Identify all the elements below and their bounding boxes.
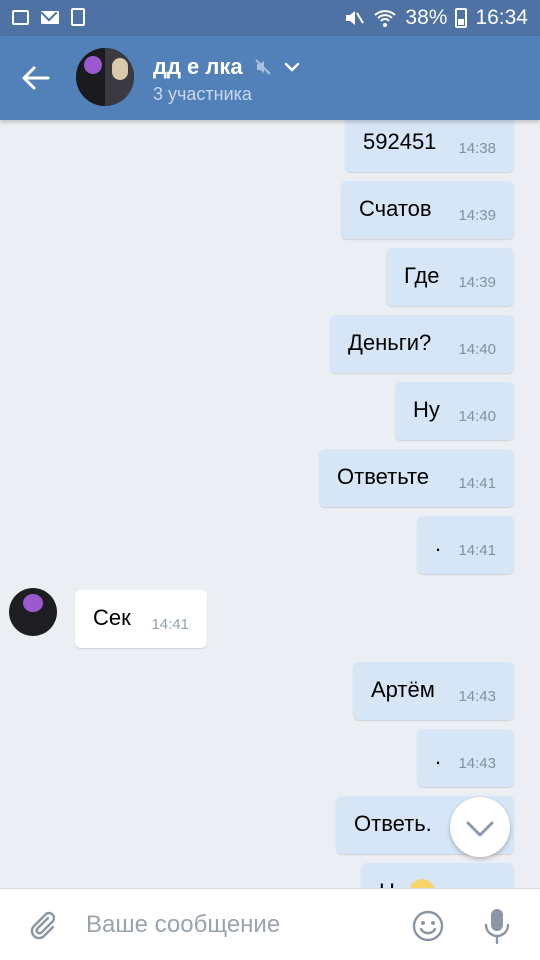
mail-notification-icon bbox=[41, 10, 59, 24]
message-text: Н bbox=[379, 879, 395, 888]
message-list[interactable]: 592451 14:38 Счатов 14:39 Где 14:39 День… bbox=[0, 120, 540, 888]
status-bar: 38% 16:34 bbox=[0, 0, 540, 36]
message-text: Ну bbox=[413, 397, 440, 422]
message-text: Счатов bbox=[359, 196, 432, 221]
message-time: 14:39 bbox=[458, 207, 496, 224]
message-bubble[interactable]: Где 14:39 bbox=[386, 248, 514, 306]
message-text: Где bbox=[404, 263, 440, 288]
message-time: 14:38 bbox=[458, 140, 496, 157]
message-bubble[interactable]: 592451 14:38 bbox=[345, 120, 514, 172]
back-arrow-icon[interactable] bbox=[20, 62, 52, 94]
attach-icon[interactable] bbox=[26, 909, 58, 941]
chat-title[interactable]: дд е лка bbox=[153, 54, 301, 80]
message-text: Артём bbox=[371, 677, 435, 702]
message-bubble[interactable]: . 14:41 bbox=[417, 516, 514, 574]
message-bubble[interactable]: Н bbox=[361, 863, 514, 888]
chat-avatar[interactable] bbox=[76, 48, 134, 106]
clipboard-notification-icon bbox=[71, 8, 85, 26]
message-bubble[interactable]: Сек 14:41 bbox=[75, 590, 207, 648]
message-bubble[interactable]: Ну 14:40 bbox=[395, 382, 514, 440]
message-bubble[interactable]: Артём 14:43 bbox=[353, 662, 514, 720]
message-text: Деньги? bbox=[348, 330, 432, 355]
message-bubble[interactable]: Ответьте 14:41 bbox=[319, 449, 514, 507]
mute-icon bbox=[346, 11, 365, 25]
message-time: 14:41 bbox=[458, 542, 496, 559]
chevron-down-icon bbox=[466, 821, 494, 837]
message-input[interactable] bbox=[86, 905, 386, 945]
message-text: Ответьте bbox=[337, 464, 430, 489]
message-text: Ответь. bbox=[354, 811, 432, 836]
message-text: . bbox=[435, 744, 442, 769]
message-text: . bbox=[435, 531, 442, 556]
battery-percent: 38% bbox=[405, 6, 448, 29]
message-bubble[interactable]: Деньги? 14:40 bbox=[330, 315, 514, 373]
message-time: 14:43 bbox=[458, 755, 496, 772]
message-text: 592451 bbox=[363, 129, 437, 154]
message-time: 14:43 bbox=[458, 688, 496, 705]
message-text: Сек bbox=[93, 605, 131, 630]
muted-chat-icon bbox=[254, 59, 271, 75]
microphone-icon[interactable] bbox=[482, 907, 512, 945]
chevron-down-icon[interactable] bbox=[283, 60, 301, 74]
sender-avatar[interactable] bbox=[9, 588, 57, 636]
message-time: 14:40 bbox=[458, 408, 496, 425]
message-time: 14:41 bbox=[151, 616, 189, 633]
message-time: 14:40 bbox=[458, 341, 496, 358]
chat-header: дд е лка 3 участника bbox=[0, 36, 540, 120]
message-time: 14:41 bbox=[458, 475, 496, 492]
gallery-notification-icon bbox=[12, 9, 29, 25]
battery-icon bbox=[455, 8, 468, 28]
emoji-icon bbox=[409, 879, 435, 888]
emoji-icon[interactable] bbox=[411, 909, 445, 943]
scroll-to-bottom-button[interactable] bbox=[450, 797, 510, 857]
message-bubble[interactable]: . 14:43 bbox=[417, 729, 514, 787]
message-composer bbox=[0, 888, 540, 960]
message-bubble[interactable]: Счатов 14:39 bbox=[341, 181, 514, 239]
chat-name: дд е лка bbox=[153, 54, 243, 79]
message-time: 14:39 bbox=[458, 274, 496, 291]
chat-members-count: 3 участника bbox=[153, 84, 252, 104]
wifi-icon bbox=[374, 10, 397, 27]
clock: 16:34 bbox=[475, 6, 528, 29]
